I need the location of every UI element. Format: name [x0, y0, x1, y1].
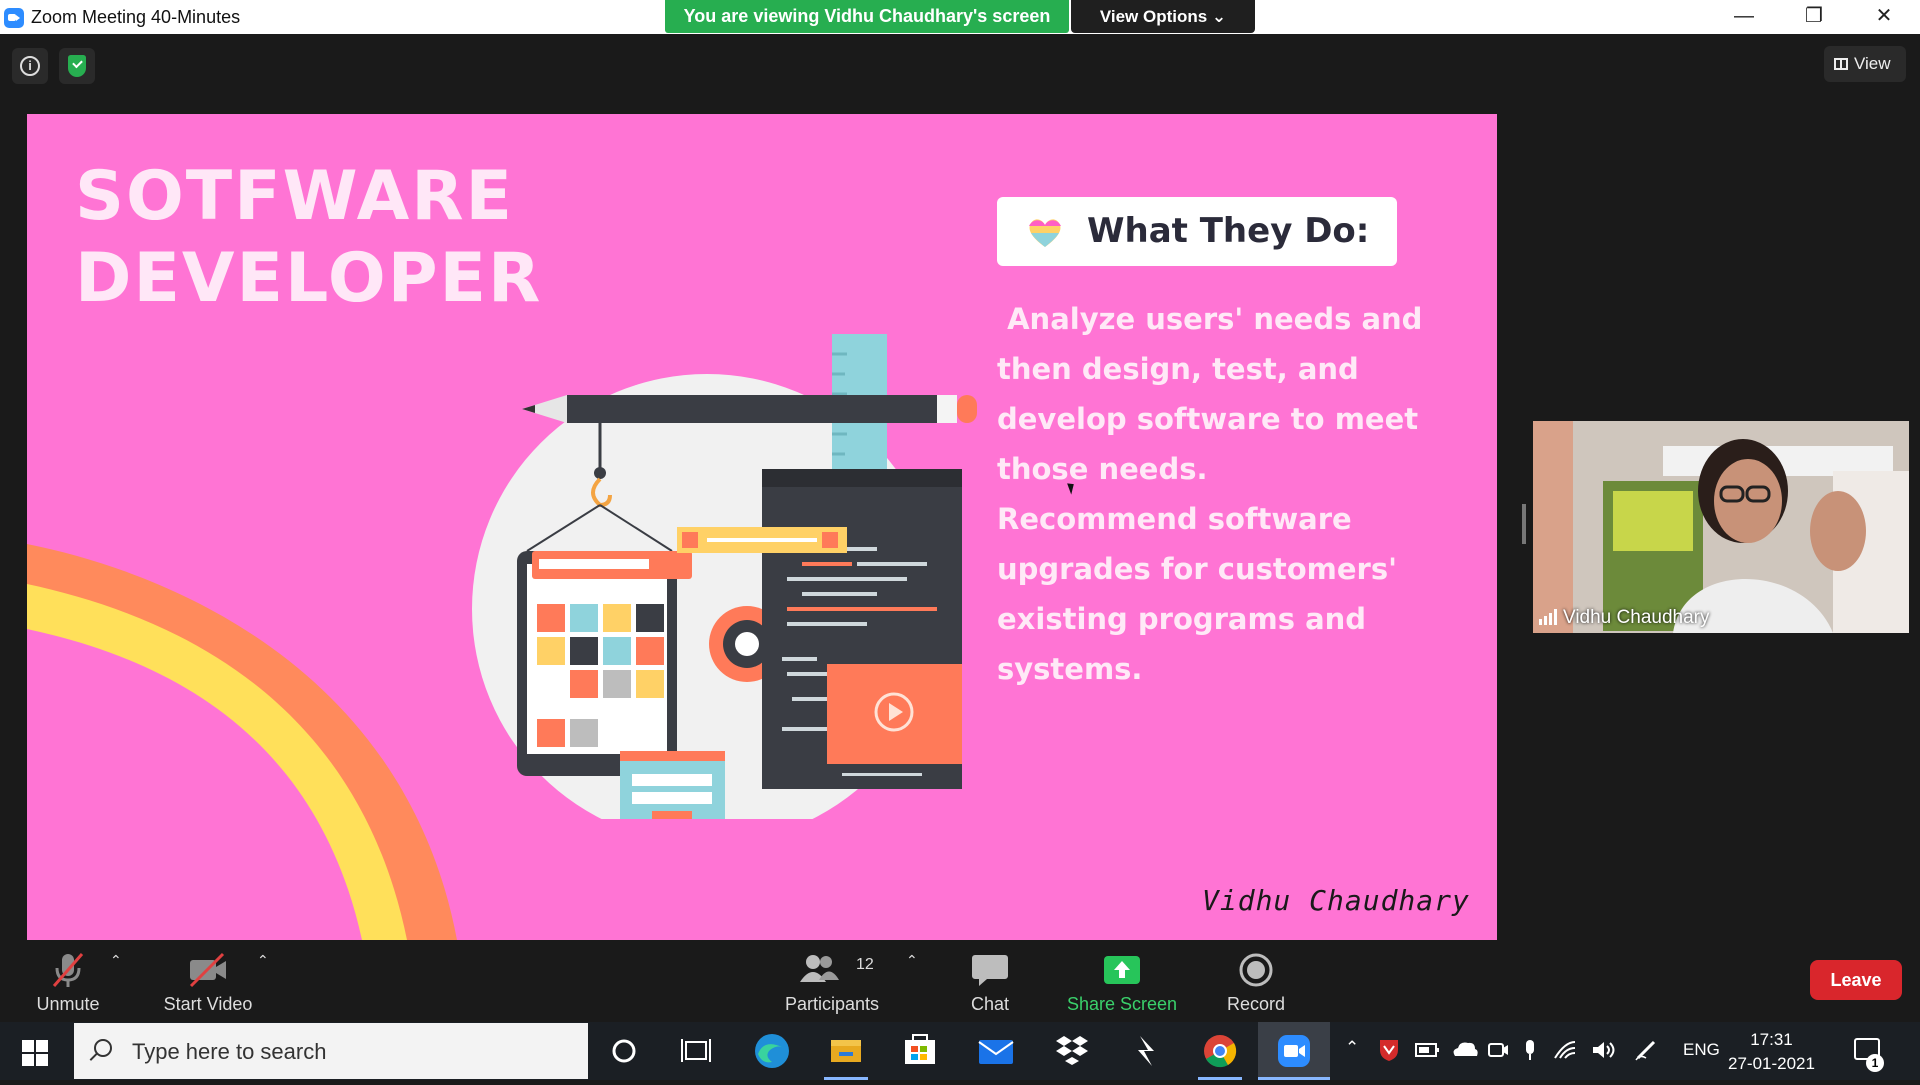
shield-icon [68, 55, 86, 77]
windows-taskbar: Type here to search ⌃ ENG 17:31 27-01-20… [0, 1022, 1920, 1080]
view-options-button[interactable]: View Options ⌄ [1071, 0, 1255, 33]
start-video-label: Start Video [163, 994, 253, 1014]
meeting-toolbar: Unmute ⌃ Start Video ⌃ 12 Participants ⌃ [0, 942, 1920, 1022]
what-they-do-heading: What They Do: [1087, 211, 1370, 251]
slide-body-paragraph-1: Analyze users' needs and then design, te… [997, 302, 1433, 486]
battery-icon[interactable] [1414, 1038, 1440, 1067]
security-button[interactable] [59, 48, 95, 84]
start-video-button[interactable]: Start Video [158, 946, 258, 1015]
signal-bars-icon [1539, 609, 1557, 625]
file-explorer-icon[interactable] [810, 1022, 882, 1080]
taskbar-search-box[interactable]: Type here to search [74, 1023, 588, 1079]
meeting-info-button[interactable]: i [12, 48, 48, 84]
video-options-caret[interactable]: ⌃ [257, 952, 269, 969]
wifi-icon[interactable] [1552, 1038, 1578, 1067]
participant-name: Vidhu Chaudhary [1563, 607, 1710, 628]
task-view-icon[interactable] [660, 1022, 732, 1080]
participant-video-feed [1533, 421, 1909, 633]
share-screen-button[interactable]: Share Screen [1066, 946, 1178, 1015]
participants-count: 12 [856, 956, 874, 973]
record-label: Record [1226, 994, 1286, 1014]
clock-date: 27-01-2021 [1728, 1054, 1815, 1073]
slide-signature: Vidhu Chaudhary [1202, 884, 1470, 917]
slide-title-line2: DEVELOPER [75, 239, 543, 318]
participants-icon [800, 955, 839, 982]
slide-body-paragraph-2: Recommend software upgrades for customer… [997, 502, 1408, 686]
video-off-icon [189, 952, 226, 988]
chat-icon [972, 955, 1008, 986]
shared-screen-slide: SOTFWARE DEVELOPER What They Do: Analyze… [27, 114, 1497, 940]
muted-microphone-icon [52, 953, 84, 987]
windows-start-button[interactable] [22, 1040, 48, 1066]
record-icon [1239, 953, 1273, 987]
participants-label: Participants [784, 994, 880, 1014]
slide-title: SOTFWARE DEVELOPER [75, 156, 542, 320]
dropbox-icon[interactable] [1036, 1022, 1108, 1080]
onedrive-icon[interactable] [1450, 1038, 1478, 1067]
unmute-button[interactable]: Unmute [28, 946, 108, 1015]
info-icon: i [20, 56, 40, 76]
search-placeholder: Type here to search [132, 1039, 327, 1064]
participants-button[interactable]: 12 Participants [782, 946, 882, 1015]
participant-name-tag: Vidhu Chaudhary [1539, 607, 1709, 629]
close-button[interactable]: ✕ [1849, 0, 1919, 34]
taskbar-clock[interactable]: 17:31 27-01-2021 [1728, 1028, 1815, 1076]
microphone-icon[interactable] [1520, 1038, 1540, 1067]
record-button[interactable]: Record [1216, 946, 1296, 1015]
restore-button[interactable]: ❐ [1779, 0, 1849, 34]
leave-meeting-button[interactable]: Leave [1810, 960, 1902, 1000]
chrome-icon[interactable] [1184, 1022, 1256, 1080]
developer-illustration [472, 334, 977, 819]
input-language[interactable]: ENG [1683, 1040, 1720, 1060]
mail-icon[interactable] [960, 1022, 1032, 1080]
cortana-icon[interactable] [588, 1022, 660, 1080]
antivirus-shield-icon[interactable] [1378, 1038, 1400, 1067]
view-label: View [1854, 54, 1891, 73]
meeting-area: i View SOTFWARE DEVELOPER What They Do: … [0, 34, 1920, 942]
what-they-do-box: What They Do: [997, 197, 1397, 266]
clock-time: 17:31 [1750, 1030, 1793, 1049]
unmute-label: Unmute [36, 994, 100, 1014]
slide-body-text: Analyze users' needs and then design, te… [997, 294, 1447, 694]
view-options-label: View Options [1099, 7, 1208, 26]
slide-title-line1: SOTFWARE [75, 157, 515, 236]
chat-button[interactable]: Chat [950, 946, 1030, 1015]
volume-icon[interactable] [1590, 1038, 1616, 1067]
chat-label: Chat [970, 994, 1010, 1014]
share-screen-icon [1104, 956, 1140, 984]
minimize-button[interactable]: — [1709, 0, 1779, 34]
participant-video-tile[interactable]: Vidhu Chaudhary [1533, 421, 1909, 633]
notification-count-badge: 1 [1866, 1054, 1884, 1072]
view-layout-button[interactable]: View [1824, 46, 1906, 82]
show-hidden-icons-icon[interactable]: ⌃ [1345, 1038, 1359, 1058]
share-screen-label: Share Screen [1066, 994, 1178, 1014]
edge-icon[interactable] [736, 1022, 808, 1080]
window-titlebar: Zoom Meeting 40-Minutes You are viewing … [0, 0, 1920, 34]
search-icon [94, 1039, 112, 1057]
app-icon[interactable] [1110, 1022, 1182, 1080]
meet-now-icon[interactable] [1486, 1038, 1510, 1067]
zoom-icon[interactable] [1258, 1022, 1330, 1080]
viewing-screen-banner: You are viewing Vidhu Chaudhary's screen [665, 0, 1069, 33]
participants-options-caret[interactable]: ⌃ [906, 952, 918, 969]
zoom-app-icon [4, 8, 24, 28]
grid-icon [1834, 58, 1848, 70]
chevron-down-icon: ⌄ [1211, 7, 1227, 26]
audio-options-caret[interactable]: ⌃ [110, 952, 122, 969]
window-title: Zoom Meeting 40-Minutes [31, 7, 241, 27]
store-icon[interactable] [884, 1022, 956, 1080]
heart-icon [1029, 219, 1061, 247]
panel-resize-handle[interactable] [1522, 504, 1526, 544]
pen-workspace-icon[interactable] [1634, 1038, 1658, 1067]
